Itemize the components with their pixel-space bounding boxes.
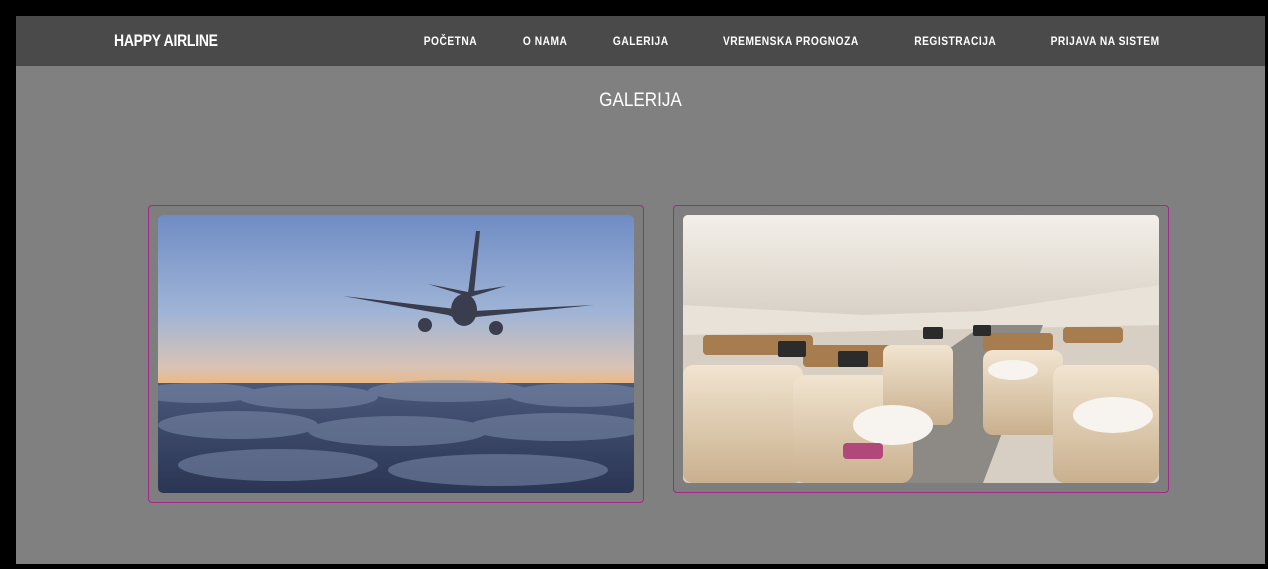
airplane-photo[interactable]	[158, 215, 634, 493]
brand-logo[interactable]: HAPPY AIRLINE	[114, 31, 218, 51]
nav-link-prijava-na-sistem[interactable]: PRIJAVA NA SISTEM	[1050, 34, 1159, 48]
cabin-photo[interactable]	[683, 215, 1159, 483]
main-nav: POČETNA O NAMA GALERIJA VREMENSKA PROGNO…	[382, 16, 1169, 66]
gallery-card-cabin[interactable]	[673, 205, 1169, 493]
nav-link-o-nama[interactable]: O NAMA	[523, 34, 567, 48]
nav-link-galerija[interactable]: GALERIJA	[613, 34, 669, 48]
page-frame: HAPPY AIRLINE POČETNA O NAMA GALERIJA VR…	[16, 16, 1265, 564]
nav-link-pocetna[interactable]: POČETNA	[424, 34, 477, 48]
nav-link-vremenska-prognoza[interactable]: VREMENSKA PROGNOZA	[723, 34, 859, 48]
gallery-card-airplane[interactable]	[148, 205, 644, 503]
top-navbar: HAPPY AIRLINE POČETNA O NAMA GALERIJA VR…	[16, 16, 1265, 66]
nav-link-registracija[interactable]: REGISTRACIJA	[914, 34, 996, 48]
airplane-image	[158, 215, 634, 493]
page-title: GALERIJA	[599, 90, 682, 111]
cabin-image	[683, 215, 1159, 483]
